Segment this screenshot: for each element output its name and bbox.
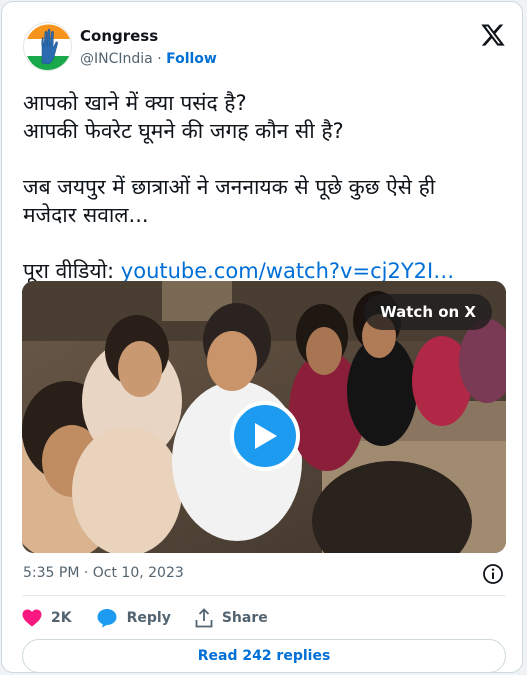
like-button[interactable]: 2K bbox=[22, 609, 72, 627]
video-prefix: पूरा वीडियो: bbox=[23, 259, 121, 283]
video-link[interactable]: youtube.com/watch?v=cj2Y2I… bbox=[121, 259, 454, 283]
tweet-line: मजेदार सवाल... bbox=[23, 203, 149, 227]
author-name[interactable]: Congress bbox=[80, 27, 158, 45]
reply-bubble-icon bbox=[97, 609, 117, 628]
reply-label: Reply bbox=[126, 610, 171, 626]
play-button[interactable] bbox=[230, 401, 300, 471]
heart-icon bbox=[22, 609, 42, 627]
info-icon[interactable] bbox=[482, 563, 504, 585]
read-replies-button[interactable]: Read 242 replies bbox=[22, 639, 506, 673]
share-icon bbox=[195, 608, 213, 628]
watch-on-x-button[interactable]: Watch on X bbox=[364, 294, 492, 330]
action-bar: 2K Reply Share bbox=[22, 605, 292, 631]
congress-avatar[interactable] bbox=[23, 22, 72, 71]
like-count: 2K bbox=[51, 610, 72, 626]
tweet-line: आपको खाने में क्या पसंद है? bbox=[23, 91, 247, 115]
hand-logo-icon bbox=[25, 24, 71, 70]
reply-button[interactable]: Reply bbox=[96, 608, 171, 628]
author-handle[interactable]: @INCIndia bbox=[80, 51, 153, 67]
tweet-line: आपकी फेवरेट घूमने की जगह कौन सी है? bbox=[23, 119, 344, 143]
share-label: Share bbox=[221, 610, 268, 626]
follow-button[interactable]: Follow bbox=[166, 51, 217, 67]
tweet-card: Congress @INCIndia · Follow आपको खाने मे… bbox=[1, 1, 523, 673]
tweet-timestamp[interactable]: 5:35 PM · Oct 10, 2023 bbox=[23, 565, 184, 581]
video-player[interactable]: Watch on X bbox=[22, 281, 506, 553]
author-handle-row: @INCIndia · Follow bbox=[80, 51, 217, 67]
share-button[interactable]: Share bbox=[195, 608, 268, 628]
tweet-text: आपको खाने में क्या पसंद है? आपकी फेवरेट … bbox=[23, 89, 493, 285]
handle-separator: · bbox=[157, 51, 162, 67]
tweet-line: जब जयपुर में छात्राओं ने जननायक से पूछे … bbox=[23, 175, 436, 199]
divider bbox=[22, 595, 506, 596]
play-icon bbox=[255, 423, 277, 449]
x-logo-icon[interactable] bbox=[480, 22, 506, 48]
